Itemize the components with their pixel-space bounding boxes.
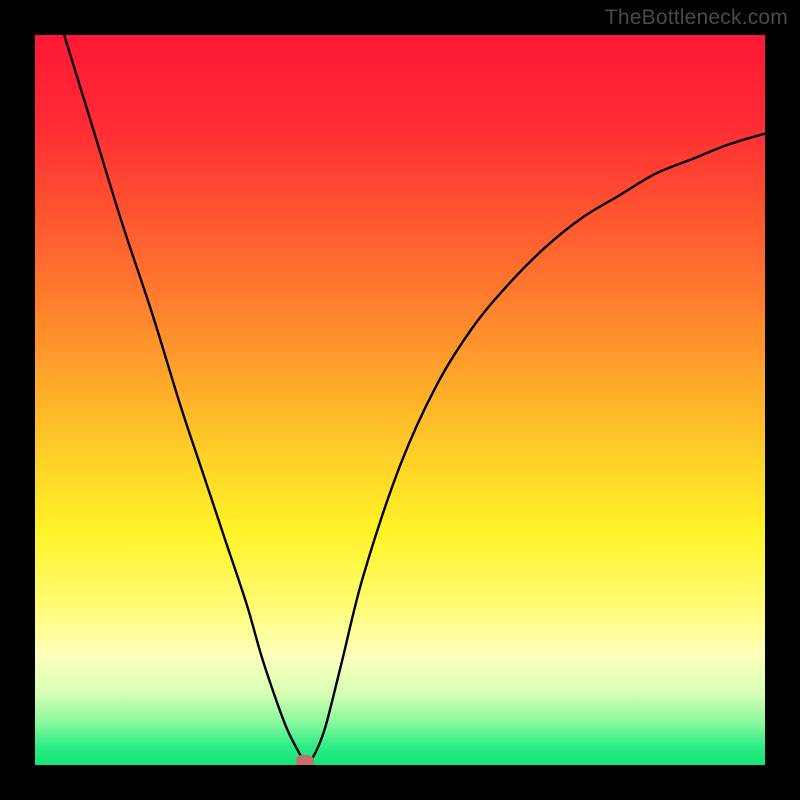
watermark-text: TheBottleneck.com [605,6,788,30]
chart-frame: TheBottleneck.com [0,0,800,800]
bottleneck-curve [35,35,765,765]
minimum-marker [296,755,314,765]
plot-area [35,35,765,765]
